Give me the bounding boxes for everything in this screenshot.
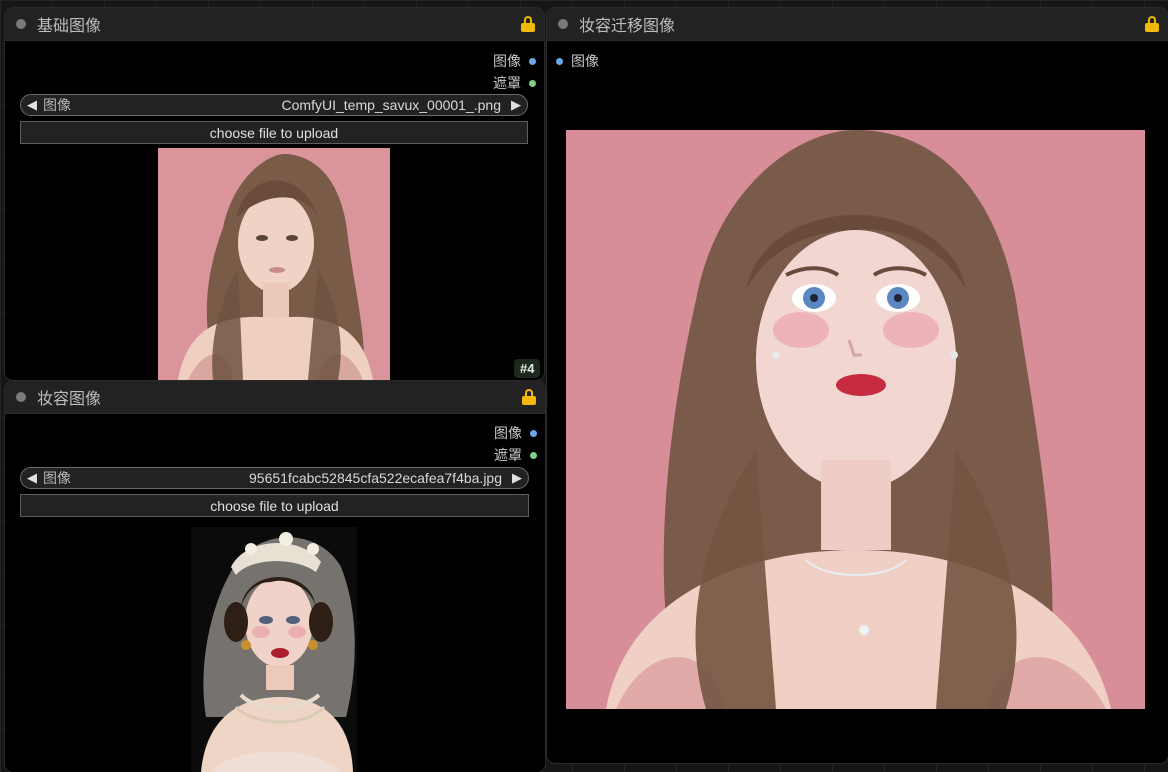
combo-value: 95651fcabc52845cfa522ecafea7f4ba.jpg bbox=[249, 470, 502, 486]
arrow-left-icon[interactable]: ◀ bbox=[21, 97, 43, 113]
arrow-left-icon[interactable]: ◀ bbox=[21, 470, 43, 486]
lock-icon[interactable] bbox=[521, 16, 535, 32]
makeup-image-preview bbox=[191, 527, 357, 772]
node-title: 妆容图像 bbox=[37, 391, 102, 408]
combo-label: 图像 bbox=[43, 97, 71, 113]
upload-button[interactable]: choose file to upload bbox=[20, 121, 528, 144]
arrow-right-icon[interactable]: ▶ bbox=[505, 97, 527, 113]
output-image-port[interactable]: 图像 bbox=[494, 423, 537, 443]
input-image-port[interactable]: 图像 bbox=[556, 51, 599, 71]
collapse-dot-icon[interactable] bbox=[16, 392, 26, 402]
output-label: 遮罩 bbox=[494, 447, 522, 463]
node-id-badge: #4 bbox=[514, 359, 541, 378]
image-file-combo[interactable]: ◀ 图像 ComfyUI_temp_savux_00001_.png ▶ bbox=[20, 94, 528, 116]
makeup-transfer-node[interactable]: 妆容迁移图像 图像 bbox=[547, 8, 1168, 763]
upload-button[interactable]: choose file to upload bbox=[20, 494, 529, 517]
input-label: 图像 bbox=[571, 53, 599, 69]
combo-label: 图像 bbox=[43, 470, 71, 486]
output-image-port[interactable]: 图像 bbox=[493, 51, 536, 71]
node-title: 妆容迁移图像 bbox=[579, 18, 676, 35]
image-port-dot-icon[interactable] bbox=[529, 57, 536, 65]
transfer-result-preview bbox=[566, 130, 1145, 709]
collapse-dot-icon[interactable] bbox=[16, 19, 26, 29]
image-port-dot-icon[interactable] bbox=[556, 57, 563, 65]
mask-port-dot-icon[interactable] bbox=[530, 451, 537, 459]
node-header[interactable]: 妆容图像 bbox=[5, 381, 545, 414]
base-image-node[interactable]: 基础图像 图像 遮罩 ◀ 图像 ComfyUI_temp_savux_00001… bbox=[5, 8, 544, 380]
arrow-right-icon[interactable]: ▶ bbox=[506, 470, 528, 486]
node-title: 基础图像 bbox=[37, 18, 102, 35]
base-image-preview bbox=[158, 148, 390, 380]
node-header[interactable]: 基础图像 bbox=[5, 8, 544, 41]
combo-value: ComfyUI_temp_savux_00001_.png bbox=[281, 97, 501, 113]
image-file-combo[interactable]: ◀ 图像 95651fcabc52845cfa522ecafea7f4ba.jp… bbox=[20, 467, 529, 489]
lock-icon[interactable] bbox=[522, 389, 536, 405]
lock-icon[interactable] bbox=[1145, 16, 1159, 32]
output-mask-port[interactable]: 遮罩 bbox=[493, 73, 536, 93]
output-label: 图像 bbox=[494, 425, 522, 441]
makeup-image-node[interactable]: 妆容图像 图像 遮罩 ◀ 图像 95651fcabc52845cfa522eca… bbox=[5, 381, 545, 772]
collapse-dot-icon[interactable] bbox=[558, 19, 568, 29]
output-mask-port[interactable]: 遮罩 bbox=[494, 445, 537, 465]
output-label: 图像 bbox=[493, 53, 521, 69]
mask-port-dot-icon[interactable] bbox=[529, 79, 536, 87]
output-label: 遮罩 bbox=[493, 75, 521, 91]
image-port-dot-icon[interactable] bbox=[530, 429, 537, 437]
node-header[interactable]: 妆容迁移图像 bbox=[547, 8, 1168, 41]
